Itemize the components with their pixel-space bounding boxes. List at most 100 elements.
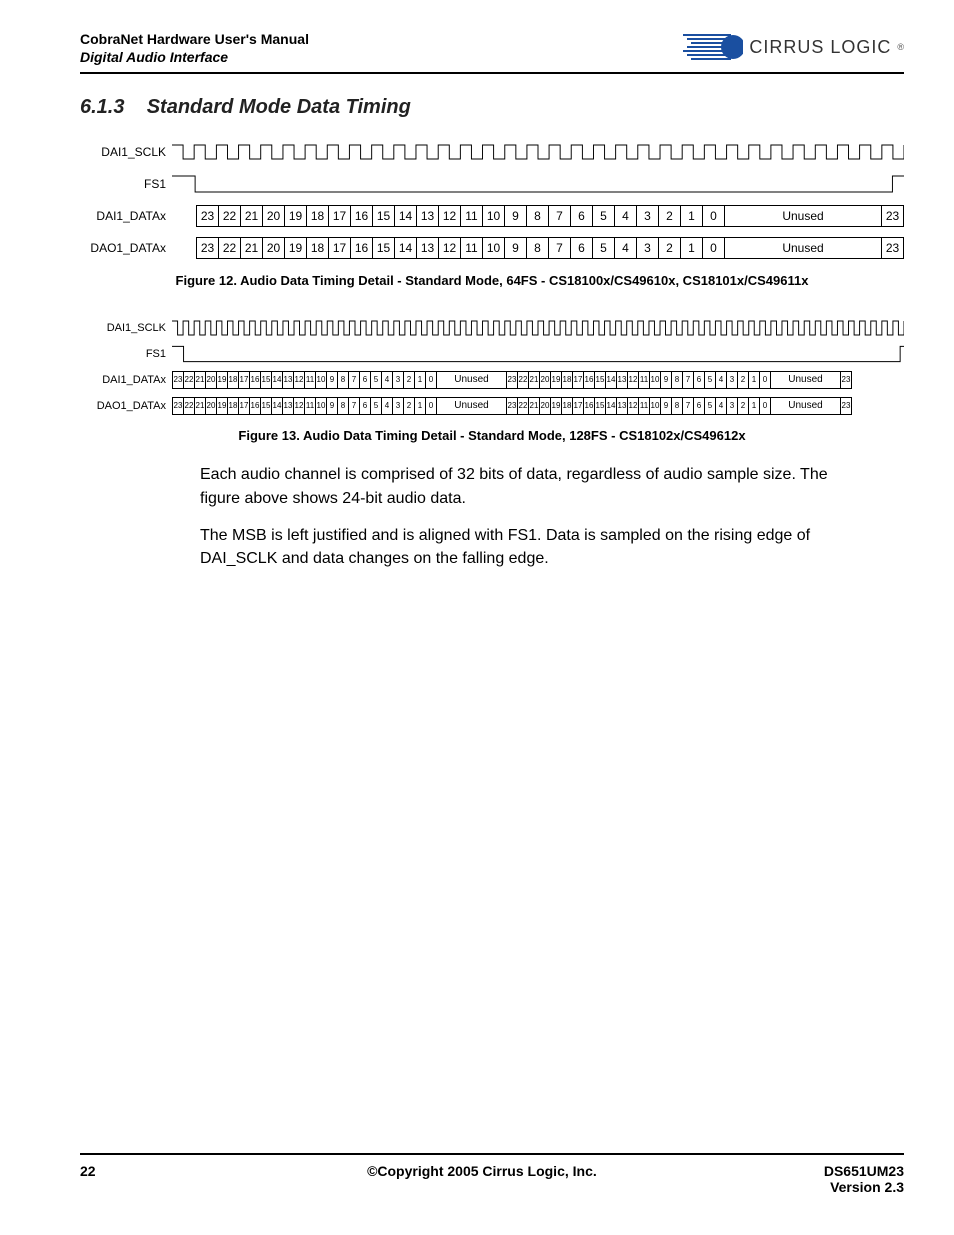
bit-cell: 18 [562, 371, 573, 389]
bit-cell: 9 [327, 371, 338, 389]
bit-cell: 0 [426, 371, 437, 389]
bit-cell: 17 [239, 397, 250, 415]
bit-cell: 17 [573, 371, 584, 389]
bit-cell: 12 [628, 371, 639, 389]
bit-cell: 2 [404, 397, 415, 415]
bit-cell: 2 [404, 371, 415, 389]
bit-cell: 4 [382, 371, 393, 389]
bit-cell: 21 [241, 237, 263, 259]
signal-label-dai: DAI1_DATAx [80, 209, 172, 223]
bit-cell: 19 [551, 397, 562, 415]
bit-cell: 18 [228, 371, 239, 389]
bit-cell: 6 [694, 371, 705, 389]
data-cells-dao: 23222120191817161514131211109876543210Un… [196, 237, 904, 259]
bit-cell: 13 [417, 237, 439, 259]
bit-cell: 4 [615, 205, 637, 227]
doc-version: Version 2.3 [824, 1179, 904, 1195]
unused-cell: Unused [771, 397, 841, 415]
cirrus-logic-logo: CIRRUS LOGIC ® [683, 30, 904, 64]
bit-cell: 10 [650, 397, 661, 415]
fig13-sclk-row: DAI1_SCLK [80, 318, 904, 338]
bit-cell: 9 [661, 371, 672, 389]
bit-cell: 12 [294, 371, 305, 389]
bit-cell: 18 [307, 205, 329, 227]
bit-cell: 0 [703, 205, 725, 227]
bit-cell: 3 [393, 397, 404, 415]
bit-cell: 23 [173, 371, 184, 389]
fig13-dao-row: DAO1_DATAx 23222120191817161514131211109… [80, 396, 904, 416]
body-paragraph-1: Each audio channel is comprised of 32 bi… [200, 463, 870, 509]
bit-cell: 23 [197, 205, 219, 227]
bit-cell: 19 [217, 397, 228, 415]
bit-cell: 7 [349, 397, 360, 415]
bit-cell: 23 [841, 371, 852, 389]
bit-cell: 19 [217, 371, 228, 389]
doc-id: DS651UM23 [824, 1163, 904, 1179]
bit-cell: 10 [483, 205, 505, 227]
bit-cell: 0 [760, 397, 771, 415]
bit-cell: 3 [637, 205, 659, 227]
bit-cell: 20 [263, 237, 285, 259]
bit-cell: 18 [228, 397, 239, 415]
registered-icon: ® [897, 42, 904, 52]
manual-title: CobraNet Hardware User's Manual [80, 30, 309, 48]
section-title: Standard Mode Data Timing [147, 96, 411, 118]
bit-cell: 23 [507, 371, 518, 389]
unused-cell: Unused [725, 205, 882, 227]
bit-cell: 3 [637, 237, 659, 259]
bit-cell: 9 [505, 205, 527, 227]
bit-cell: 15 [373, 205, 395, 227]
bit-cell: 21 [529, 371, 540, 389]
bit-cell: 19 [285, 237, 307, 259]
bit-cell: 23 [173, 397, 184, 415]
unused-cell: Unused [725, 237, 882, 259]
bit-cell: 6 [360, 371, 371, 389]
bit-cell: 8 [527, 205, 549, 227]
bit-cell: 4 [716, 371, 727, 389]
doc-id-block: DS651UM23 Version 2.3 [824, 1163, 904, 1195]
bit-cell: 1 [415, 371, 426, 389]
clock-waveform-icon [172, 317, 904, 339]
bit-cell: 14 [606, 397, 617, 415]
bit-cell: 19 [285, 205, 307, 227]
bit-cell: 16 [250, 371, 261, 389]
section-number: 6.1.3 [80, 96, 124, 118]
unused-cell: Unused [771, 371, 841, 389]
bit-cell: 20 [540, 371, 551, 389]
bit-cell: 12 [628, 397, 639, 415]
bit-cell: 21 [195, 397, 206, 415]
data-cells-dao: 23222120191817161514131211109876543210Un… [172, 397, 904, 415]
section-heading: 6.1.3 Standard Mode Data Timing [80, 96, 904, 119]
bit-cell: 20 [540, 397, 551, 415]
bit-cell: 3 [727, 371, 738, 389]
bit-cell: 6 [571, 205, 593, 227]
bit-cell: 6 [694, 397, 705, 415]
bit-cell: 23 [882, 205, 904, 227]
bit-cell: 18 [562, 397, 573, 415]
signal-label-fs: FS1 [80, 177, 172, 191]
bit-cell: 14 [395, 237, 417, 259]
bit-cell: 21 [529, 397, 540, 415]
bit-cell: 16 [250, 397, 261, 415]
bit-cell: 0 [703, 237, 725, 259]
bit-cell: 22 [219, 237, 241, 259]
bit-cell: 23 [507, 397, 518, 415]
bit-cell: 7 [349, 371, 360, 389]
bit-cell: 16 [351, 237, 373, 259]
fig12-dao-row: DAO1_DATAx 23222120191817161514131211109… [80, 235, 904, 261]
bit-cell: 14 [272, 397, 283, 415]
bit-cell: 20 [206, 397, 217, 415]
bit-cell: 15 [595, 371, 606, 389]
fig12-sclk-row: DAI1_SCLK [80, 139, 904, 165]
bit-cell: 17 [573, 397, 584, 415]
bit-cell: 1 [749, 371, 760, 389]
frame-sync-waveform-icon [172, 342, 904, 366]
bit-cell: 8 [338, 371, 349, 389]
page-footer: 22 ©Copyright 2005 Cirrus Logic, Inc. DS… [80, 1153, 904, 1195]
bit-cell: 16 [584, 397, 595, 415]
bit-cell: 13 [283, 397, 294, 415]
bit-cell: 1 [749, 397, 760, 415]
bit-cell: 15 [595, 397, 606, 415]
bit-cell: 5 [705, 397, 716, 415]
figure-13-caption: Figure 13. Audio Data Timing Detail - St… [80, 428, 904, 443]
